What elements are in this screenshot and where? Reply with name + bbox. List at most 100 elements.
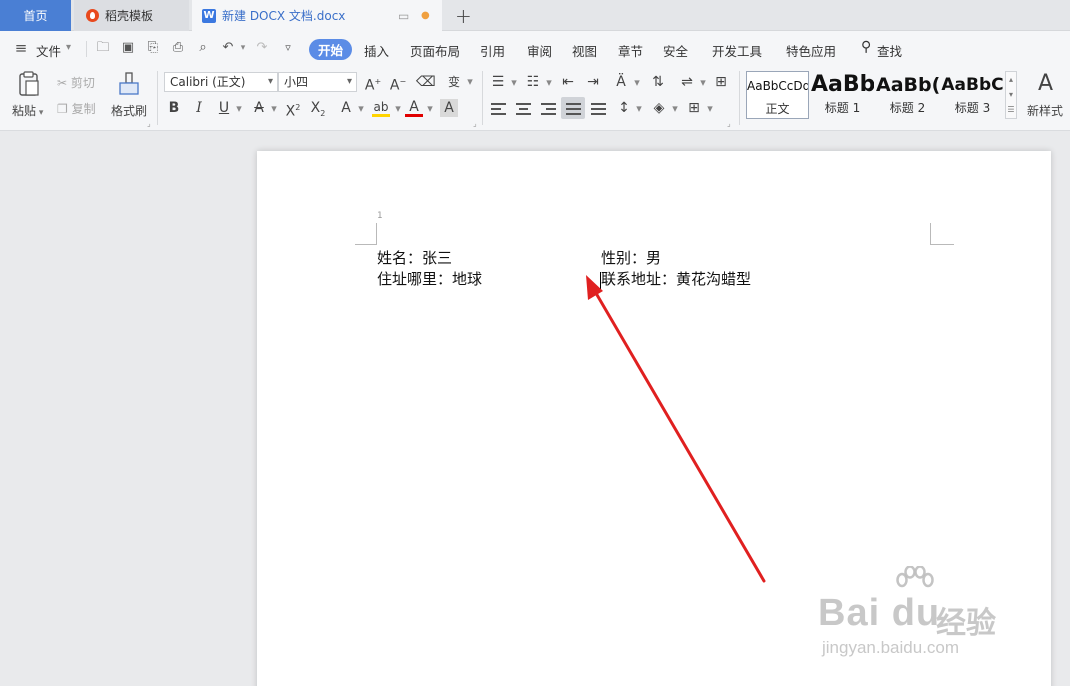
distributed-align-icon[interactable]	[591, 103, 606, 115]
hamburger-menu-icon[interactable]: ≡	[14, 41, 28, 56]
bullet-list-chevron-icon[interactable]: ▾	[505, 74, 523, 92]
open-folder-icon[interactable]: 🗀	[96, 41, 110, 55]
paste-chevron-icon: ▾	[36, 108, 44, 118]
paste-button[interactable]: 粘贴 ▾	[12, 102, 43, 119]
font-size-select[interactable]: 小四	[278, 72, 357, 92]
tab-docer-templates[interactable]: 稻壳模板	[74, 0, 189, 31]
new-style-icon[interactable]: A	[1038, 71, 1053, 96]
line-spacing-chevron-icon[interactable]: ▾	[630, 100, 648, 118]
grow-font-icon[interactable]: A+	[364, 73, 382, 94]
table-grid-icon[interactable]: ⊞	[712, 73, 730, 91]
shrink-font-icon[interactable]: A−	[389, 73, 407, 94]
menu-references[interactable]: 引用	[480, 41, 505, 60]
writer-doc-icon: W	[202, 8, 216, 23]
unsaved-dot-icon[interactable]: ●	[421, 10, 430, 21]
doc-line-1-left[interactable]: 姓名：张三	[377, 247, 452, 268]
styles-scroll-down-icon[interactable]: ▾	[1006, 87, 1016, 102]
phonetic-chevron-icon[interactable]: ▾	[461, 73, 479, 91]
paste-icon[interactable]	[17, 71, 41, 97]
align-right-icon[interactable]	[541, 103, 556, 115]
menu-start-label: 开始	[317, 43, 343, 58]
menu-page-layout[interactable]: 页面布局	[410, 41, 460, 60]
subscript-icon[interactable]: X2	[309, 99, 327, 118]
styles-scroll[interactable]: ▴ ▾ ☰	[1005, 71, 1017, 119]
strikethrough-chevron-icon[interactable]: ▾	[265, 100, 283, 118]
new-tab-plus-icon[interactable]: +	[455, 4, 472, 28]
watermark-url: jingyan.baidu.com	[822, 638, 960, 657]
menu-security[interactable]: 安全	[663, 41, 688, 60]
cut-button[interactable]: ✂ 剪切	[57, 74, 95, 91]
font-dialog-launcher-icon[interactable]: ⌟	[473, 119, 477, 128]
divider	[86, 41, 87, 57]
file-chevron-down-icon[interactable]: ▾	[66, 42, 71, 53]
style-heading-1-preview: AaBb	[811, 72, 874, 97]
doc-line-2-left[interactable]: 住址哪里：地球	[377, 268, 482, 289]
tab-document-label: 新建 DOCX 文档.docx	[222, 9, 346, 23]
tab-home[interactable]: 首页	[0, 0, 71, 31]
bold-icon[interactable]: B	[165, 99, 183, 117]
styles-scroll-up-icon[interactable]: ▴	[1006, 72, 1016, 87]
numbered-list-chevron-icon[interactable]: ▾	[540, 74, 558, 92]
export-pdf-icon[interactable]: ⎘	[146, 41, 160, 55]
style-normal-name: 正文	[765, 102, 790, 116]
shading-chevron-icon[interactable]: ▾	[666, 100, 684, 118]
italic-icon[interactable]: I	[190, 99, 208, 117]
print-preview-icon[interactable]: ⌕	[196, 41, 210, 55]
customize-toolbar-icon[interactable]: ▿	[281, 41, 295, 55]
font-color-chevron-icon[interactable]: ▾	[421, 100, 439, 118]
divider	[482, 71, 483, 125]
sort-icon[interactable]: ⇅	[649, 73, 667, 91]
search-icon[interactable]: ⚲	[861, 39, 871, 55]
clear-format-eraser-icon[interactable]: ⌫	[416, 73, 436, 91]
style-heading-1[interactable]: AaBb 标题 1	[811, 71, 874, 119]
menu-special-apps[interactable]: 特色应用	[786, 41, 836, 60]
format-painter-icon[interactable]	[118, 71, 140, 97]
align-center-icon[interactable]	[516, 103, 531, 115]
undo-icon[interactable]: ↶	[221, 41, 235, 55]
styles-more-icon[interactable]: ☰	[1006, 102, 1016, 117]
menu-start[interactable]: 开始	[309, 39, 352, 60]
redo-icon[interactable]: ↷	[255, 41, 269, 55]
print-icon[interactable]: ⎙	[171, 41, 185, 55]
new-style-button[interactable]: 新样式	[1027, 102, 1063, 119]
save-icon[interactable]: ▣	[121, 41, 135, 55]
watermark-jingyan-text: 经验	[936, 606, 996, 641]
baidu-jingyan-watermark: Bai du 经验 jingyan.baidu.com	[818, 564, 1018, 674]
justify-button[interactable]	[561, 97, 585, 119]
show-marks-chevron-icon[interactable]: ▾	[694, 74, 712, 92]
copy-button[interactable]: ❐ 复制	[57, 100, 96, 117]
divider	[739, 71, 740, 125]
menu-view[interactable]: 视图	[572, 41, 597, 60]
margin-corner-top-right	[930, 223, 954, 245]
borders-chevron-icon[interactable]: ▾	[701, 100, 719, 118]
decrease-indent-icon[interactable]: ⇤	[559, 73, 577, 91]
format-painter-button[interactable]: 格式刷	[111, 102, 147, 119]
font-name-select[interactable]: Calibri (正文)	[164, 72, 278, 92]
menu-insert[interactable]: 插入	[364, 41, 389, 60]
character-shading-icon[interactable]: A	[440, 99, 458, 117]
style-heading-2[interactable]: AaBb( 标题 2	[876, 71, 939, 119]
paragraph-dialog-launcher-icon[interactable]: ⌟	[727, 119, 731, 128]
menu-section[interactable]: 章节	[618, 41, 643, 60]
divider	[157, 71, 158, 125]
copy-icon: ❐	[57, 102, 72, 116]
text-effects-chevron-icon[interactable]: ▾	[352, 100, 370, 118]
highlight-icon[interactable]: ab	[372, 98, 390, 117]
tab-preview-icon[interactable]: ▭	[398, 9, 409, 23]
align-left-icon[interactable]	[491, 103, 506, 115]
style-normal[interactable]: AaBbCcDd 正文	[746, 71, 809, 119]
menu-review[interactable]: 审阅	[527, 41, 552, 60]
superscript-icon[interactable]: X2	[284, 99, 302, 120]
chinese-layout-chevron-icon[interactable]: ▾	[628, 74, 646, 92]
menu-developer-tools[interactable]: 开发工具	[712, 41, 762, 60]
clipboard-dialog-launcher-icon[interactable]: ⌟	[147, 119, 151, 128]
underline-chevron-icon[interactable]: ▾	[230, 100, 248, 118]
menu-file[interactable]: 文件	[36, 41, 61, 60]
style-heading-3[interactable]: AaBbC 标题 3	[941, 71, 1004, 119]
doc-line-2-right[interactable]: 联系地址：黄花沟蜡型	[601, 268, 751, 289]
undo-chevron-icon[interactable]: ▾	[236, 41, 250, 55]
menu-search[interactable]: 查找	[877, 41, 902, 60]
style-heading-3-preview: AaBbC	[941, 75, 1004, 95]
increase-indent-icon[interactable]: ⇥	[584, 73, 602, 91]
doc-line-1-right[interactable]: 性别：男	[601, 247, 661, 268]
